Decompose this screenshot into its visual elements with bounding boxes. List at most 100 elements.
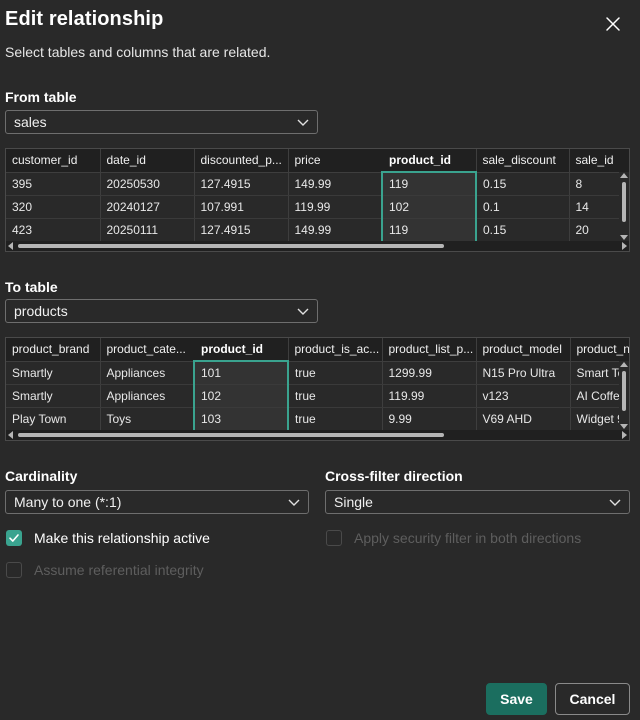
security-filter-label: Apply security filter in both directions — [354, 530, 582, 546]
close-icon[interactable] — [602, 13, 624, 35]
to-table-label: To table — [5, 279, 58, 295]
table-cell: N15 Pro Ultra — [476, 361, 571, 385]
table-cell: 395 — [6, 172, 101, 196]
table-cell: 20250111 — [100, 218, 195, 242]
table-cell: 102 — [381, 195, 477, 219]
active-relationship-option[interactable]: Make this relationship active — [6, 530, 210, 546]
to-table-value: products — [14, 303, 68, 319]
chevron-down-icon — [288, 499, 300, 506]
referential-integrity-label: Assume referential integrity — [34, 562, 204, 578]
to-table-dropdown[interactable]: products — [5, 299, 318, 323]
column-header[interactable]: sale_discount — [476, 149, 570, 173]
table-cell: 0.15 — [476, 172, 570, 196]
scroll-thumb[interactable] — [18, 244, 444, 248]
table-row: Play Town Toys 103 true 9.99 V69 AHD Widget 9 — [6, 407, 629, 431]
chevron-down-icon — [297, 119, 309, 126]
crossfilter-dropdown[interactable]: Single — [325, 490, 630, 514]
dialog-title: Edit relationship — [5, 8, 164, 30]
table-cell: 149.99 — [288, 172, 383, 196]
from-grid-horizontal-scrollbar[interactable] — [6, 241, 629, 251]
table-cell: Appliances — [100, 384, 195, 408]
column-header[interactable]: discounted_p... — [194, 149, 289, 173]
table-cell: 119 — [381, 172, 477, 196]
column-header[interactable]: product_cate... — [100, 338, 195, 362]
scroll-up-arrow-icon[interactable] — [620, 362, 628, 367]
column-header[interactable]: sale_id — [569, 149, 629, 173]
scroll-down-arrow-icon[interactable] — [620, 235, 628, 240]
column-header[interactable]: product_model — [476, 338, 571, 362]
column-header[interactable]: date_id — [100, 149, 195, 173]
from-grid-vertical-scrollbar[interactable] — [619, 172, 629, 241]
column-header[interactable]: product_is_ac... — [288, 338, 383, 362]
scroll-right-arrow-icon[interactable] — [622, 431, 627, 439]
crossfilter-value: Single — [334, 494, 373, 510]
column-header[interactable]: product_id — [194, 338, 289, 362]
table-cell: Smartly — [6, 384, 101, 408]
referential-integrity-option[interactable]: Assume referential integrity — [6, 562, 204, 578]
table-cell: 103 — [193, 407, 289, 431]
table-cell: true — [288, 361, 383, 385]
table-row: 320 20240127 107.991 119.99 102 0.1 14 — [6, 195, 629, 219]
scroll-down-arrow-icon[interactable] — [620, 424, 628, 429]
table-row: 395 20250530 127.4915 149.99 119 0.15 8 — [6, 172, 629, 196]
column-header[interactable]: customer_id — [6, 149, 101, 173]
table-cell: true — [288, 384, 383, 408]
scroll-thumb[interactable] — [622, 182, 626, 222]
column-header[interactable]: product_id — [382, 149, 477, 173]
scroll-up-arrow-icon[interactable] — [620, 173, 628, 178]
table-row: Smartly Appliances 102 true 119.99 v123 AI Cof… — [6, 384, 629, 408]
table-cell: 0.1 — [476, 195, 570, 219]
save-button[interactable]: Save — [486, 683, 547, 715]
scroll-right-arrow-icon[interactable] — [622, 242, 627, 250]
table-cell: 320 — [6, 195, 101, 219]
table-cell: 102 — [193, 384, 289, 408]
column-header[interactable]: product_brand — [6, 338, 101, 362]
scroll-left-arrow-icon[interactable] — [8, 431, 13, 439]
cancel-button[interactable]: Cancel — [555, 683, 630, 715]
from-table-value: sales — [14, 114, 47, 130]
active-relationship-checkbox[interactable] — [6, 530, 22, 546]
table-cell: 127.4915 — [194, 218, 289, 242]
table-row: Smartly Appliances 101 true 1299.99 N15 Pro U… — [6, 361, 629, 385]
table-cell: 119 — [381, 218, 477, 242]
chevron-down-icon — [609, 499, 621, 506]
table-cell: Play Town — [6, 407, 101, 431]
security-filter-option[interactable]: Apply security filter in both directions — [326, 530, 581, 546]
table-cell: 9.99 — [382, 407, 477, 431]
table-cell: 119.99 — [288, 195, 383, 219]
from-table-dropdown[interactable]: sales — [5, 110, 318, 134]
scroll-thumb[interactable] — [18, 433, 444, 437]
to-grid-vertical-scrollbar[interactable] — [619, 361, 629, 430]
column-header[interactable]: product_n — [570, 338, 629, 362]
from-table-label: From table — [5, 89, 77, 105]
table-cell: Appliances — [100, 361, 195, 385]
table-cell: 1299.99 — [382, 361, 477, 385]
cardinality-value: Many to one (*:1) — [14, 494, 122, 510]
chevron-down-icon — [297, 308, 309, 315]
column-header[interactable]: price — [288, 149, 383, 173]
table-cell: 20240127 — [100, 195, 195, 219]
scroll-thumb[interactable] — [622, 371, 626, 411]
scroll-left-arrow-icon[interactable] — [8, 242, 13, 250]
to-grid-horizontal-scrollbar[interactable] — [6, 430, 629, 440]
table-cell: v123 — [476, 384, 571, 408]
cardinality-dropdown[interactable]: Many to one (*:1) — [5, 490, 309, 514]
referential-integrity-checkbox[interactable] — [6, 562, 22, 578]
checkmark-icon — [9, 534, 19, 542]
column-header[interactable]: product_list_p... — [382, 338, 477, 362]
table-cell: 101 — [193, 361, 289, 385]
table-cell: 423 — [6, 218, 101, 242]
table-cell: 20250530 — [100, 172, 195, 196]
table-cell: V69 AHD — [476, 407, 571, 431]
table-cell: 127.4915 — [194, 172, 289, 196]
crossfilter-label: Cross-filter direction — [325, 468, 463, 484]
table-cell: Toys — [100, 407, 195, 431]
table-cell: true — [288, 407, 383, 431]
table-cell: 0.15 — [476, 218, 570, 242]
table-cell: 149.99 — [288, 218, 383, 242]
security-filter-checkbox[interactable] — [326, 530, 342, 546]
active-relationship-label: Make this relationship active — [34, 530, 210, 546]
table-cell: 119.99 — [382, 384, 477, 408]
from-table-preview-grid: customer_id date_id discounted_p... price pr… — [5, 148, 630, 252]
table-cell: Smartly — [6, 361, 101, 385]
